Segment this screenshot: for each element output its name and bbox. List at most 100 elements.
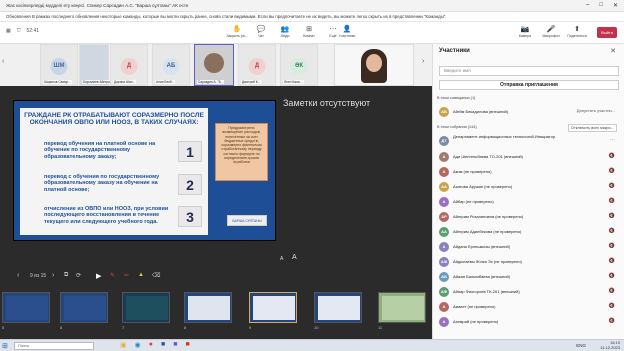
participants-button[interactable]: 👤 Участники [336,25,358,38]
video-tile[interactable]: Д Дарина Шал... [110,44,148,86]
prev-slide-icon[interactable]: ‹ [17,272,19,279]
mic-off-icon[interactable]: 🔇 [609,183,615,189]
sync-icon[interactable]: ⟳ [76,272,81,279]
camera-button[interactable]: 📷 Камера [514,25,536,38]
mic-off-icon[interactable]: 🔇 [609,303,615,309]
pen-icon[interactable]: ✏ [124,272,129,279]
clock-date: 11.12.2023 [600,344,620,350]
highlighter-icon[interactable]: ▲ [138,272,144,278]
participant-row[interactable]: АБ Айгйм Бекадилова (внешний) Допустить … [437,105,621,119]
thumbnail-number: 11 [378,325,383,330]
admit-button[interactable]: Допустить участни... [577,108,615,113]
raise-hand-button[interactable]: ✋ Закрыть ра... [226,25,248,38]
mic-off-icon[interactable]: 🔇 [609,288,615,294]
participant-row[interactable]: А Аким (не проверено) 🔇 [437,165,621,179]
slide-thumbnail[interactable] [122,292,170,323]
mic-off-icon[interactable]: 🔇 [609,243,615,249]
slide-counter: 9 из 15 [30,273,47,279]
slide-thumbnail-selected[interactable] [249,292,297,323]
mic-off-icon[interactable]: 🔇 [609,228,615,234]
meeting-toolbar: ▦ ⛉ 52:41 ✋ Закрыть ра... 💬 Чат 👥 Люди ⊞ Ком… [0,22,624,44]
video-tile[interactable]: Баргалиев Айгерим [79,44,114,86]
word-icon[interactable]: ■ [161,341,165,349]
slide-number-2: 2 [178,174,202,195]
teams-icon[interactable]: ■ [173,341,177,349]
minimize-button[interactable]: – [586,2,589,9]
powerpoint-icon[interactable]: ■ [185,341,189,349]
presentation-stage: ГРАЖДАНЕ РК ОТРАБАТЫВАЮТ СОРАЗМЕРНО ПОСЛ… [0,86,432,339]
participant-row[interactable]: А Айдана Ерлешкызы (внешний) 🔇 [437,240,621,254]
microphone-button[interactable]: 🎤 Микрофон [540,25,562,38]
eraser-icon[interactable]: ⌫ [152,272,160,279]
rooms-button[interactable]: ⊞ Комнат [298,25,320,38]
video-tile[interactable]: Д Дмитрий К... [238,44,276,86]
mic-off-icon[interactable]: 🔇 [609,198,615,204]
participant-row[interactable]: А Айбар (не проверено) 🔇 [437,195,621,209]
more-icon[interactable]: ⋯ [610,137,615,143]
slide-number-1: 1 [178,141,202,162]
participant-name: Дарина Шал... [113,80,137,84]
participant-row[interactable]: АФ Айнар Фиогороев ТК-201 (внешний) 🔇 [437,285,621,299]
participant-row[interactable]: АА Айгерим Адилбекова (не проверено) 🔇 [437,225,621,239]
meeting-section-header[interactable]: В этом собрании (144) [437,125,477,129]
chevron-left-icon[interactable]: ‹ [2,58,10,65]
video-tile[interactable]: АБ Алия Бекб... [152,44,190,86]
laser-pointer-icon[interactable]: ✎ [110,272,115,279]
participant-name: Баргалиев Айгерим [82,80,114,84]
leave-button[interactable]: Выйти [597,27,617,38]
self-video-tile[interactable] [334,44,414,86]
grid-icon[interactable]: ▦ [6,28,11,34]
video-tile[interactable]: ӘК Әсел Касы... [280,44,318,86]
system-clock[interactable]: 16:19 11.12.2023 [600,340,620,350]
font-decrease-button[interactable]: A [280,256,283,262]
mic-off-icon[interactable]: 🔇 [609,318,615,324]
video-tile-active-speaker[interactable]: Сарсадин А. "Б... [194,44,234,86]
font-increase-button[interactable]: A [292,254,297,261]
close-button[interactable]: ✕ [613,2,618,9]
participant-row[interactable]: А Ади Шенгельбаева ТО-201 (внешний) 🔇 [437,150,621,164]
chat-button[interactable]: 💬 Чат [250,25,272,38]
mic-off-icon[interactable]: 🔇 [609,153,615,159]
participant-row[interactable]: АР Айгерим Розалиновна (не проверено) 🔇 [437,210,621,224]
share-button[interactable]: ⬆ Поделиться [566,25,588,38]
participant-name: Айдынаевы Жілек Эх (не проверено) [453,259,522,264]
chrome-icon[interactable]: ● [149,341,153,349]
slide-thumbnail[interactable] [184,292,232,323]
keyboard-language[interactable]: ENG [576,343,586,348]
slide-thumbnail[interactable] [378,292,426,323]
mic-off-icon[interactable]: 🔇 [609,258,615,264]
file-explorer-icon[interactable]: ▣ [120,341,127,349]
waiting-section-header[interactable]: В этом совещании (1) [437,96,475,100]
mic-off-icon[interactable]: 🔇 [609,168,615,174]
maximize-button[interactable]: □ [599,2,603,9]
participant-row[interactable]: АА Азатова Аружан (не проверено) 🔇 [437,180,621,194]
people-icon: 👥 [280,26,290,33]
chevron-right-icon[interactable]: › [422,58,430,65]
edge-icon[interactable]: ◉ [135,341,141,349]
slide-item-2: перевод с обучения по государственному о… [44,174,160,193]
mic-off-icon[interactable]: 🔇 [609,273,615,279]
participant-row[interactable]: А Аземрай (не проверено) 🔇 [437,315,621,329]
participant-row[interactable]: АБ Айжан Балымбаева (внешний) 🔇 [437,270,621,284]
share-invite-button[interactable]: Отправка приглашения [439,80,619,90]
people-button[interactable]: 👥 Люди [274,25,296,38]
windows-start-icon[interactable]: ⊞ [2,342,8,350]
participant-row[interactable]: ДТ Департамент информационных технологий … [437,134,621,148]
participant-name: Айдана Ерлешкызы (внешний) [453,244,511,249]
participant-search-input[interactable]: Введите имя [439,66,619,76]
participant-name: Азатова Аружан (не проверено) [453,184,513,189]
participant-row[interactable]: АЖ Айдынаевы Жілек Эх (не проверено) 🔇 [437,255,621,269]
mic-off-icon[interactable]: 🔇 [609,213,615,219]
taskbar-search-input[interactable]: Поиск [14,342,94,350]
slide-thumbnail[interactable] [60,292,108,323]
slide-thumbnail[interactable] [2,292,50,323]
slide-thumbnail[interactable] [314,292,362,323]
participant-row[interactable]: А Акмиет (не проверено) 🔇 [437,300,621,314]
panel-title: Участники [439,48,470,54]
next-slide-icon[interactable]: › [52,272,54,279]
grid-view-icon[interactable]: ⧉ [64,272,68,279]
video-tile[interactable]: ШМ Шарипов Самир... [40,44,78,86]
mute-all-button[interactable]: Отключить всех микро... [568,124,617,132]
close-icon[interactable]: ✕ [610,47,616,55]
present-icon[interactable]: ▶ [96,272,101,280]
